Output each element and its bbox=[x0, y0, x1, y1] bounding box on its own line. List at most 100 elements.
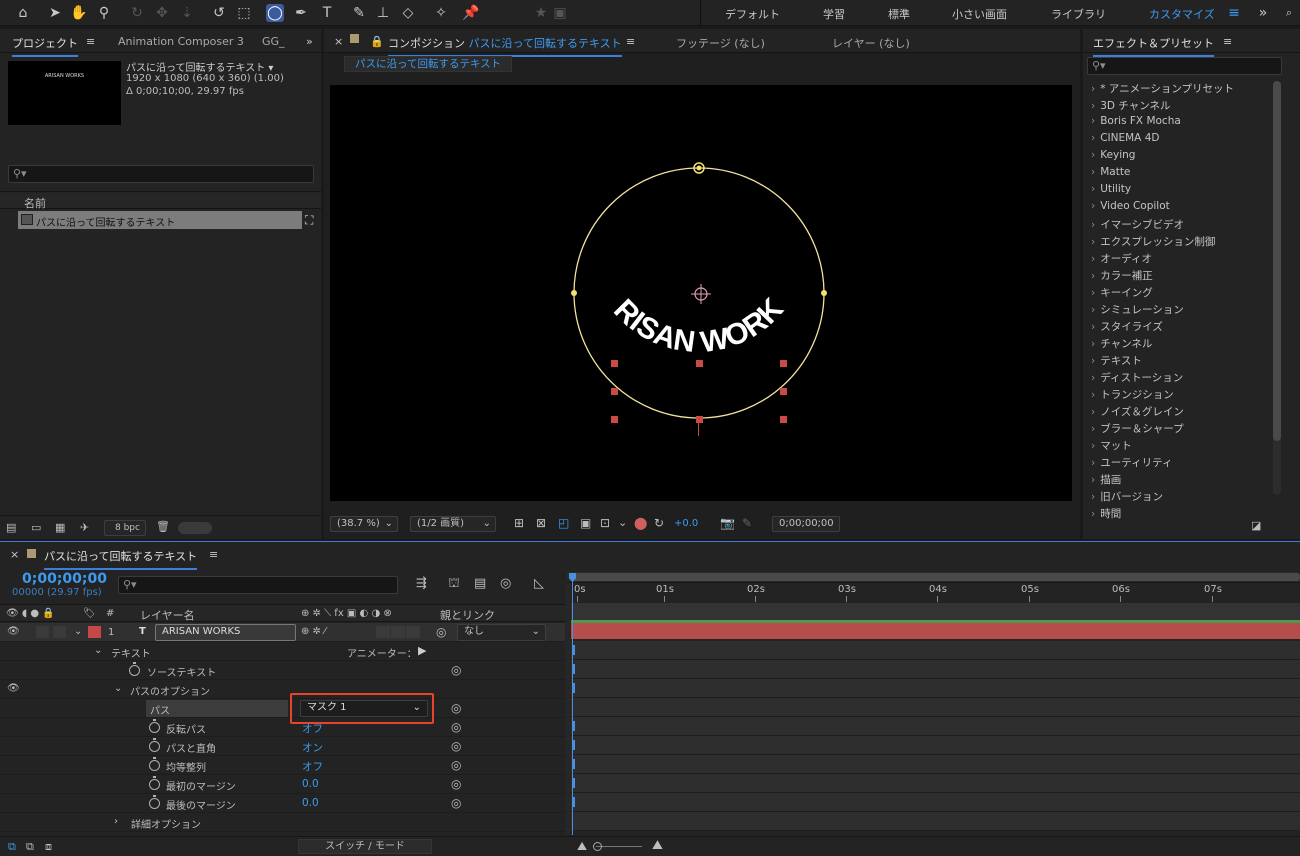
search-help-icon[interactable]: ⌕ bbox=[1280, 4, 1298, 22]
resolution-select[interactable]: (1/2 画質) ⌄ bbox=[410, 516, 496, 532]
workspace-0[interactable]: デフォルト bbox=[725, 6, 780, 22]
workspace-4[interactable]: ライブラリ bbox=[1051, 6, 1106, 22]
effects-search-input[interactable]: ⚲▾ bbox=[1087, 57, 1282, 75]
zoom-select[interactable]: (38.7 %) ⌄ bbox=[330, 516, 398, 532]
effects-category[interactable]: ブラー＆シャープ bbox=[1091, 421, 1183, 436]
mask-visibility-icon[interactable]: ◰ bbox=[558, 516, 569, 530]
workspace-5[interactable]: カスタマイズ bbox=[1149, 6, 1215, 22]
prop-source-text[interactable]: ソーステキスト ◎ bbox=[0, 661, 565, 680]
effects-category[interactable]: オーディオ bbox=[1091, 251, 1152, 266]
expression-pickwhip-icon[interactable]: ◎ bbox=[451, 796, 461, 810]
timeline-menu-icon[interactable]: ≡ bbox=[209, 548, 218, 561]
color-channels-icon[interactable]: ⬤ bbox=[634, 516, 647, 530]
effects-title[interactable]: エフェクト＆プリセット bbox=[1093, 35, 1214, 57]
effects-category[interactable]: マット bbox=[1091, 438, 1132, 453]
interpret-footage-icon[interactable]: ▤ bbox=[6, 521, 16, 534]
new-comp-icon[interactable]: ▦ bbox=[55, 521, 65, 534]
effects-category[interactable]: 旧バージョン bbox=[1091, 489, 1163, 504]
tab-project[interactable]: プロジェクト bbox=[12, 35, 78, 57]
layer-switch[interactable] bbox=[376, 626, 390, 638]
effects-category[interactable]: テキスト bbox=[1091, 353, 1142, 368]
new-preset-icon[interactable]: ◪ bbox=[1251, 519, 1261, 532]
parent-link-header[interactable]: 親とリンク bbox=[440, 607, 495, 623]
new-folder-icon[interactable]: ▭ bbox=[31, 521, 41, 534]
effects-category[interactable]: シミュレーション bbox=[1091, 302, 1184, 317]
prop-reverse-path[interactable]: 反転パス オフ ◎ bbox=[0, 718, 565, 737]
effects-category[interactable]: 時間 bbox=[1091, 506, 1121, 521]
prop-text[interactable]: ⌄ テキスト アニメーター： ▶ bbox=[0, 642, 565, 661]
effects-category[interactable]: ユーティリティ bbox=[1091, 455, 1172, 470]
comp-breadcrumb[interactable]: パスに沿って回転するテキスト bbox=[344, 56, 513, 72]
layer-duration-bar[interactable] bbox=[571, 623, 1300, 639]
switch-mode-toggle[interactable]: スイッチ / モード bbox=[298, 839, 432, 854]
panel-overflow-icon[interactable]: » bbox=[306, 35, 313, 48]
layer-label-color[interactable] bbox=[88, 626, 101, 638]
zoom-slider[interactable] bbox=[596, 846, 642, 847]
timeline-tab[interactable]: パスに沿って回転するテキスト bbox=[44, 548, 198, 570]
zoom-in-icon[interactable]: ⛰ bbox=[652, 838, 663, 853]
scroll-slider[interactable] bbox=[178, 522, 212, 534]
close-icon[interactable]: × bbox=[334, 35, 343, 48]
workspace-3[interactable]: 小さい画面 bbox=[952, 6, 1007, 22]
prop-force-alignment[interactable]: 均等整列 オフ ◎ bbox=[0, 756, 565, 775]
more-workspaces-icon[interactable]: » bbox=[1254, 4, 1272, 22]
motion-blur-icon[interactable]: ◎ bbox=[500, 576, 511, 591]
puppet-pin-icon[interactable]: 📌 bbox=[462, 4, 480, 22]
tab-menu-icon[interactable]: ≡ bbox=[86, 35, 95, 48]
effects-category[interactable]: ノイズ＆グレイン bbox=[1091, 404, 1184, 419]
visibility-eye-icon[interactable]: 👁 bbox=[7, 626, 20, 637]
workspace-menu-icon[interactable]: ≡ bbox=[1225, 4, 1243, 22]
effects-category[interactable]: Utility bbox=[1091, 183, 1131, 195]
tab-animation-composer[interactable]: Animation Composer 3 bbox=[118, 35, 244, 48]
lock-icon[interactable]: 🔒 bbox=[370, 35, 384, 48]
effects-category[interactable]: * アニメーションプリセット bbox=[1091, 81, 1234, 96]
parent-select[interactable]: なし ⌄ bbox=[457, 624, 546, 641]
stopwatch-icon[interactable] bbox=[149, 795, 160, 809]
animator-add-icon[interactable]: ▶ bbox=[418, 644, 426, 657]
rotate-tool-icon[interactable]: ↺ bbox=[210, 4, 228, 22]
comp-tab-menu-icon[interactable]: ≡ bbox=[626, 35, 635, 48]
tab-composition[interactable]: コンポジション パスに沿って回転するテキスト bbox=[388, 35, 622, 57]
playhead-line[interactable] bbox=[572, 573, 573, 835]
prop-path-options[interactable]: 👁 ⌄ パスのオプション bbox=[0, 680, 565, 699]
effects-category[interactable]: ディストーション bbox=[1091, 370, 1183, 385]
hand-tool-icon[interactable]: ✋ bbox=[70, 4, 88, 22]
layer-name-header[interactable]: レイヤー名 bbox=[140, 607, 195, 623]
star-icon[interactable]: ★ bbox=[532, 4, 550, 22]
zoom-out-icon[interactable]: ⛰ bbox=[577, 839, 587, 854]
stopwatch-icon[interactable] bbox=[149, 776, 160, 790]
layer-name-field[interactable]: ARISAN WORKS bbox=[155, 624, 296, 641]
clone-stamp-icon[interactable]: ⊥ bbox=[374, 4, 392, 22]
layer-switch[interactable] bbox=[406, 626, 420, 638]
pen-tool-icon[interactable]: ✒ bbox=[292, 4, 310, 22]
work-area-bar[interactable] bbox=[567, 572, 1300, 582]
region-of-interest-icon[interactable]: ▣ bbox=[580, 516, 591, 530]
effects-menu-icon[interactable]: ≡ bbox=[1223, 35, 1232, 48]
zoom-tool-icon[interactable]: ⚲ bbox=[95, 4, 113, 22]
comp-flowchart-icon[interactable]: ⇶ bbox=[416, 576, 427, 591]
layer-switch[interactable] bbox=[391, 626, 405, 638]
prop-last-margin[interactable]: 最後のマージン 0.0 ◎ bbox=[0, 794, 565, 813]
pan-camera-icon[interactable]: ✥ bbox=[153, 4, 171, 22]
expression-pickwhip-icon[interactable]: ◎ bbox=[451, 739, 461, 753]
effects-category[interactable]: Boris FX Mocha bbox=[1091, 115, 1181, 127]
workspace-2[interactable]: 標準 bbox=[888, 6, 910, 22]
snap-icon[interactable]: ▣ bbox=[551, 4, 569, 22]
effects-category[interactable]: Video Copilot bbox=[1091, 200, 1170, 212]
prop-perpendicular[interactable]: パスと直角 オン ◎ bbox=[0, 737, 565, 756]
effects-category[interactable]: Keying bbox=[1091, 149, 1135, 161]
stopwatch-icon[interactable] bbox=[129, 662, 140, 676]
comp-viewer[interactable]: ARISAN WORKS bbox=[330, 85, 1072, 501]
expression-pickwhip-icon[interactable]: ◎ bbox=[451, 758, 461, 772]
fast-preview-icon[interactable]: ⊞ bbox=[514, 516, 524, 530]
effects-category[interactable]: エクスプレッション制御 bbox=[1091, 234, 1215, 249]
grid-guides-icon[interactable]: ⊡ bbox=[600, 516, 610, 530]
pickwhip-icon[interactable]: ◎ bbox=[436, 625, 446, 639]
transparency-grid-icon[interactable]: ⊠ bbox=[536, 516, 546, 530]
workspace-1[interactable]: 学習 bbox=[823, 6, 845, 22]
expand-transfer-icon[interactable]: ⧈ bbox=[45, 840, 52, 854]
tab-gg[interactable]: GG_ bbox=[262, 35, 285, 48]
ellipse-tool-icon[interactable]: ◯ bbox=[266, 4, 284, 22]
comp-timecode[interactable]: 0;00;00;00 bbox=[772, 516, 840, 532]
timeline-search-input[interactable]: ⚲▾ bbox=[118, 576, 398, 594]
